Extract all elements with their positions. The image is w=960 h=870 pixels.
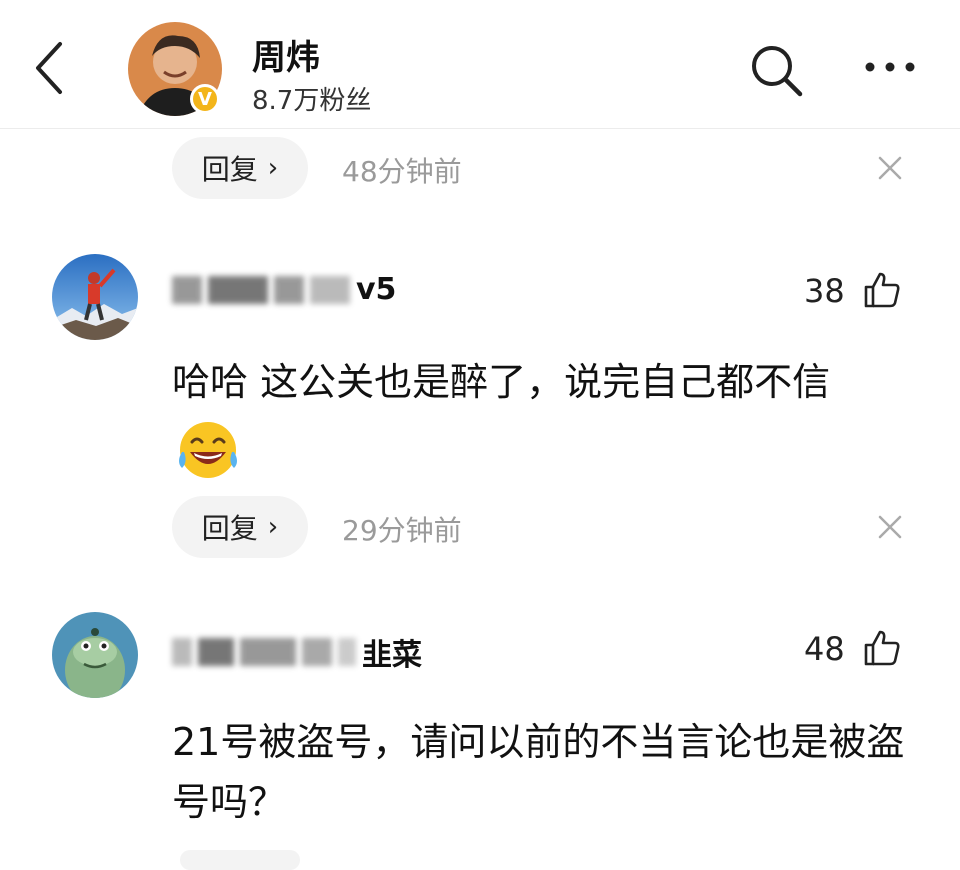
- blurred-username-segment: [172, 638, 192, 666]
- laughing-tears-emoji: [179, 422, 237, 478]
- comment-time: 48分钟前: [342, 155, 462, 188]
- close-icon[interactable]: [876, 154, 904, 182]
- back-icon: [36, 42, 62, 94]
- reply-label: 回复: [201, 512, 258, 545]
- close-icon[interactable]: [876, 513, 904, 541]
- blurred-username-segment: [172, 275, 202, 304]
- comment-text: 21号被盗号，请问以前的不当言论也是被盗号吗？: [172, 720, 905, 824]
- username-visible-part: 韭菜: [362, 638, 422, 673]
- more-icon: [865, 62, 915, 72]
- thumbs-up-icon[interactable]: [862, 270, 902, 310]
- reply-label: 回复: [201, 153, 258, 186]
- chevron-right-icon: ›: [267, 153, 279, 183]
- commenter-avatar[interactable]: [52, 612, 138, 698]
- commenter-name[interactable]: 韭菜: [172, 630, 422, 674]
- blurred-username-segment: [208, 275, 268, 304]
- fans-count: 8.7万粉丝: [252, 86, 372, 116]
- comment-time: 29分钟前: [342, 514, 462, 547]
- profile-header: V 周炜 8.7万粉丝: [0, 0, 960, 129]
- blurred-username-segment: [338, 638, 356, 666]
- thumbs-up-icon[interactable]: [862, 628, 902, 668]
- chevron-right-icon: ›: [267, 512, 279, 542]
- blurred-username-segment: [274, 275, 304, 304]
- search-button[interactable]: [748, 42, 804, 98]
- reply-button[interactable]: 回复 ›: [172, 496, 308, 558]
- profile-name[interactable]: 周炜: [252, 30, 320, 79]
- like-count: 38: [804, 272, 845, 310]
- like-count: 48: [804, 630, 845, 668]
- commenter-name[interactable]: v5: [172, 272, 396, 307]
- verified-badge: V: [190, 84, 220, 114]
- blurred-username-segment: [240, 638, 296, 666]
- profile-avatar[interactable]: V: [128, 22, 222, 116]
- comment-body: 哈哈 这公关也是醉了，说完自己都不信: [172, 360, 831, 404]
- username-visible-part: v5: [356, 272, 397, 307]
- blurred-username-segment: [302, 638, 332, 666]
- search-icon: [752, 46, 803, 97]
- more-button[interactable]: [860, 52, 920, 82]
- reply-button-partial[interactable]: [180, 850, 300, 870]
- blurred-username-segment: [198, 638, 234, 666]
- comment-text: 哈哈 这公关也是醉了，说完自己都不信: [172, 352, 922, 484]
- commenter-avatar[interactable]: [52, 254, 138, 340]
- reply-button[interactable]: 回复 ›: [172, 137, 308, 199]
- blurred-username-segment: [310, 275, 350, 304]
- back-button[interactable]: [30, 38, 70, 98]
